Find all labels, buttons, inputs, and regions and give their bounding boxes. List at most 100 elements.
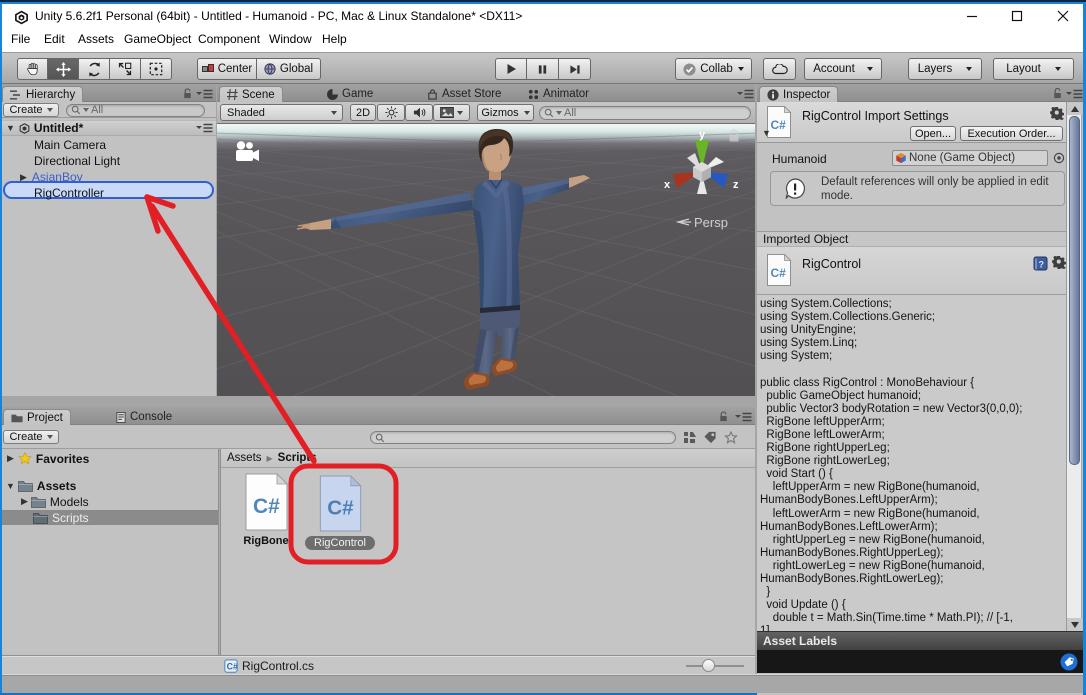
thumbnail-size-slider-thumb[interactable] (702, 659, 715, 672)
hierarchy-lock-icon[interactable] (182, 88, 193, 99)
inspector-lock-icon[interactable] (1052, 88, 1063, 99)
account-dropdown[interactable]: Account (804, 58, 882, 80)
menu-window[interactable]: Window (269, 32, 312, 46)
code-line (760, 363, 1066, 376)
menu-component[interactable]: Component (198, 32, 260, 46)
tab-hierarchy[interactable]: Hierarchy (2, 86, 83, 102)
tree-item-scripts[interactable]: Scripts (2, 510, 218, 525)
menu-assets[interactable]: Assets (78, 32, 114, 46)
pause-button[interactable] (527, 58, 559, 80)
draw-mode-dropdown[interactable]: Shaded (220, 104, 343, 121)
step-button[interactable] (559, 58, 591, 80)
project-create-button[interactable]: Create (3, 430, 59, 444)
cloud-button[interactable] (763, 58, 796, 80)
menu-gameobject[interactable]: GameObject (124, 32, 191, 46)
scene-search-input[interactable]: All (539, 106, 751, 120)
tab-project[interactable]: Project (3, 409, 71, 425)
svg-text:C#: C# (253, 495, 280, 518)
hierarchy-scene-row[interactable]: ▼ Untitled* (2, 120, 216, 136)
gizmos-dropdown[interactable]: Gizmos (477, 104, 534, 121)
selected-asset-path: RigControl.cs (242, 659, 314, 673)
scene-row-menu-icon[interactable] (196, 123, 213, 133)
hierarchy-item-main-camera[interactable]: Main Camera (2, 137, 216, 153)
rotate-tool-button[interactable] (79, 58, 110, 80)
inspector-pane-menu-icon[interactable] (1066, 89, 1083, 99)
breadcrumb-root[interactable]: Assets (227, 452, 262, 464)
tab-scene[interactable]: Scene (219, 86, 283, 102)
file-rigbone[interactable]: C# RigBone (226, 473, 306, 547)
label-tag-button[interactable] (1060, 653, 1078, 671)
tab-animator[interactable]: Animator (524, 86, 593, 102)
tree-item-favorites[interactable]: ▶ Favorites (2, 451, 218, 466)
code-line: } (760, 586, 1066, 599)
hierarchy-item-directional-light[interactable]: Directional Light (2, 153, 216, 169)
move-tool-button[interactable] (48, 58, 79, 80)
speaker-icon (413, 106, 426, 119)
execution-order-button[interactable]: Execution Order... (960, 126, 1063, 141)
tab-inspector[interactable]: Inspector (759, 86, 838, 102)
menu-file[interactable]: File (11, 32, 30, 46)
pivot-icon (202, 64, 214, 74)
unity-editor-window: Unity 5.6.2f1 Personal (64bit) - Untitle… (0, 0, 1086, 695)
minimize-button[interactable] (955, 4, 989, 28)
gear-icon[interactable] (1050, 107, 1065, 120)
asset-labels-header[interactable]: Asset Labels (757, 631, 1083, 650)
close-button[interactable] (1046, 4, 1080, 28)
2d-toggle-button[interactable]: 2D (350, 104, 376, 121)
globe-icon (264, 63, 276, 75)
rotate-icon (87, 62, 102, 77)
thumbnail-size-slider-track[interactable] (686, 665, 744, 667)
tab-game[interactable]: Game (323, 86, 377, 102)
object-picker-icon[interactable] (1053, 152, 1065, 164)
humanoid-object-field[interactable]: None (Game Object) (892, 150, 1048, 166)
svg-text:C#: C# (327, 496, 354, 519)
hierarchy-search-input[interactable]: All (66, 104, 205, 117)
search-by-type-icon[interactable] (682, 431, 696, 444)
breadcrumb-current[interactable]: Scripts (278, 452, 317, 464)
inspector-scrollbar[interactable] (1066, 102, 1082, 631)
favorites-star-icon[interactable] (724, 431, 738, 444)
console-icon (116, 412, 126, 423)
help-book-icon[interactable]: ? (1033, 256, 1049, 271)
menu-edit[interactable]: Edit (44, 32, 65, 46)
maximize-button[interactable] (1000, 4, 1034, 28)
tab-asset-store[interactable]: Asset Store (423, 86, 505, 102)
warning-bubble-icon (783, 177, 807, 201)
gear-icon[interactable] (1052, 256, 1067, 269)
header-foldout-icon[interactable]: ▼ (762, 128, 771, 138)
models-expander-icon[interactable]: ▶ (21, 496, 28, 507)
tree-item-models[interactable]: ▶ Models (2, 494, 218, 509)
hierarchy-create-button[interactable]: Create (3, 103, 59, 117)
scene-pane-menu-icon[interactable] (737, 89, 754, 99)
scene-effects-dropdown[interactable] (433, 104, 470, 121)
scene-lighting-button[interactable] (377, 104, 405, 121)
collab-button[interactable]: Collab (675, 58, 752, 80)
scene-audio-button[interactable] (405, 104, 433, 121)
play-button[interactable] (495, 58, 527, 80)
layout-dropdown[interactable]: Layout (993, 58, 1074, 80)
scrollbar-thumb[interactable] (1069, 116, 1080, 465)
project-lock-icon[interactable] (718, 411, 729, 422)
favorites-expander-icon[interactable]: ▶ (7, 453, 14, 464)
space-toggle-button[interactable]: Global (257, 58, 321, 80)
tab-console[interactable]: Console (112, 409, 176, 425)
scrollbar-up-icon[interactable] (1067, 102, 1082, 115)
rect-tool-button[interactable] (141, 58, 172, 80)
file-rigcontrol[interactable]: C# RigControl (300, 475, 380, 550)
open-button[interactable]: Open... (910, 126, 956, 141)
hierarchy-item-rigcontroller[interactable]: RigController (2, 185, 216, 201)
hand-tool-button[interactable] (17, 58, 48, 80)
scene-expander-icon[interactable]: ▼ (6, 123, 15, 133)
layers-dropdown[interactable]: Layers (908, 58, 982, 80)
menu-help[interactable]: Help (322, 32, 347, 46)
project-pane-menu-icon[interactable] (735, 412, 752, 422)
hierarchy-pane-menu-icon[interactable] (196, 89, 213, 99)
pivot-toggle-button[interactable]: Center (197, 58, 257, 80)
scene-viewport[interactable]: y x z Persp (217, 124, 755, 396)
scale-tool-button[interactable] (110, 58, 141, 80)
tree-item-assets[interactable]: ▼ Assets (2, 478, 218, 493)
scrollbar-down-icon[interactable] (1067, 618, 1082, 631)
assets-expander-icon[interactable]: ▼ (6, 481, 15, 491)
search-by-label-icon[interactable] (703, 431, 717, 444)
project-search-input[interactable] (370, 431, 676, 444)
